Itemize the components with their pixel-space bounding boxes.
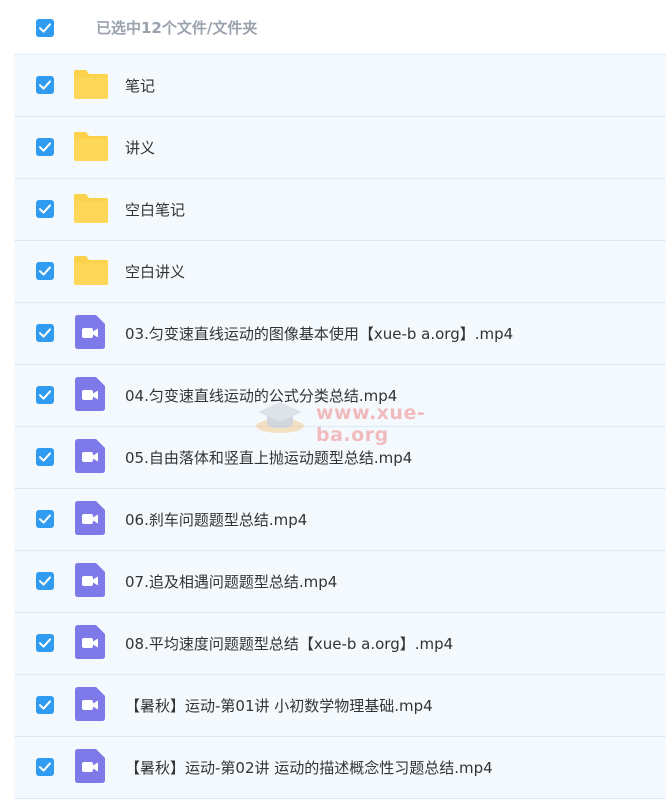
video-file-icon bbox=[75, 749, 105, 783]
video-file-icon bbox=[75, 501, 105, 535]
watermark-text: www.xue-ba.org bbox=[316, 402, 426, 446]
checkmark-icon bbox=[39, 80, 51, 90]
file-row[interactable]: 【暑秋】运动-第02讲 运动的描述概念性习题总结.mp4 bbox=[14, 737, 666, 799]
video-file-icon bbox=[75, 625, 105, 659]
file-checkbox[interactable] bbox=[36, 324, 54, 342]
video-file-icon bbox=[75, 315, 105, 349]
file-row[interactable]: 【暑秋】运动-第01讲 小初数学物理基础.mp4 bbox=[14, 675, 666, 737]
checkmark-icon bbox=[39, 266, 51, 276]
file-checkbox[interactable] bbox=[36, 572, 54, 590]
graduation-cap-icon bbox=[256, 402, 304, 433]
checkmark-icon bbox=[39, 390, 51, 400]
selection-count-label: 已选中12个文件/文件夹 bbox=[96, 19, 258, 37]
file-row[interactable]: 06.刹车问题题型总结.mp4 bbox=[14, 489, 666, 551]
folder-icon bbox=[73, 193, 109, 224]
checkmark-icon bbox=[39, 576, 51, 586]
file-name[interactable]: 05.自由落体和竖直上抛运动题型总结.mp4 bbox=[125, 447, 412, 468]
checkmark-icon bbox=[39, 204, 51, 214]
watermark: www.xue-ba.org bbox=[250, 396, 490, 446]
file-row[interactable]: 08.平均速度问题题型总结【xue-b a.org】.mp4 bbox=[14, 613, 666, 675]
checkmark-icon bbox=[39, 452, 51, 462]
file-checkbox[interactable] bbox=[36, 200, 54, 218]
checkmark-icon bbox=[39, 638, 51, 648]
folder-icon bbox=[73, 255, 109, 286]
file-checkbox[interactable] bbox=[36, 386, 54, 404]
video-file-icon bbox=[75, 377, 105, 411]
file-checkbox[interactable] bbox=[36, 138, 54, 156]
folder-icon bbox=[73, 69, 109, 100]
checkmark-icon bbox=[39, 23, 51, 33]
folder-icon bbox=[73, 131, 109, 162]
file-name[interactable]: 07.追及相遇问题题型总结.mp4 bbox=[125, 571, 337, 592]
checkmark-icon bbox=[39, 142, 51, 152]
file-checkbox[interactable] bbox=[36, 510, 54, 528]
checkmark-icon bbox=[39, 514, 51, 524]
file-name[interactable]: 08.平均速度问题题型总结【xue-b a.org】.mp4 bbox=[125, 633, 453, 654]
video-file-icon bbox=[75, 687, 105, 721]
file-checkbox[interactable] bbox=[36, 634, 54, 652]
file-name[interactable]: 空白笔记 bbox=[125, 199, 185, 220]
file-row[interactable]: 空白笔记 bbox=[14, 179, 666, 241]
file-row[interactable]: 空白讲义 bbox=[14, 241, 666, 303]
file-name[interactable]: 【暑秋】运动-第02讲 运动的描述概念性习题总结.mp4 bbox=[125, 757, 493, 778]
checkmark-icon bbox=[39, 328, 51, 338]
file-name[interactable]: 笔记 bbox=[125, 75, 155, 96]
file-checkbox[interactable] bbox=[36, 758, 54, 776]
select-all-checkbox[interactable] bbox=[36, 19, 54, 37]
file-name[interactable]: 03.匀变速直线运动的图像基本使用【xue-b a.org】.mp4 bbox=[125, 323, 513, 344]
file-name[interactable]: 06.刹车问题题型总结.mp4 bbox=[125, 509, 307, 530]
file-name[interactable]: 空白讲义 bbox=[125, 261, 185, 282]
file-row[interactable]: 07.追及相遇问题题型总结.mp4 bbox=[14, 551, 666, 613]
video-file-icon bbox=[75, 439, 105, 473]
file-row[interactable]: 笔记 bbox=[14, 55, 666, 117]
file-name[interactable]: 讲义 bbox=[125, 137, 155, 158]
file-row[interactable]: 03.匀变速直线运动的图像基本使用【xue-b a.org】.mp4 bbox=[14, 303, 666, 365]
file-checkbox[interactable] bbox=[36, 448, 54, 466]
file-row[interactable]: 讲义 bbox=[14, 117, 666, 179]
checkmark-icon bbox=[39, 700, 51, 710]
file-checkbox[interactable] bbox=[36, 262, 54, 280]
file-checkbox[interactable] bbox=[36, 696, 54, 714]
video-file-icon bbox=[75, 563, 105, 597]
selection-header: 已选中12个文件/文件夹 bbox=[14, 0, 666, 55]
file-name[interactable]: 【暑秋】运动-第01讲 小初数学物理基础.mp4 bbox=[125, 695, 433, 716]
file-checkbox[interactable] bbox=[36, 76, 54, 94]
checkmark-icon bbox=[39, 762, 51, 772]
